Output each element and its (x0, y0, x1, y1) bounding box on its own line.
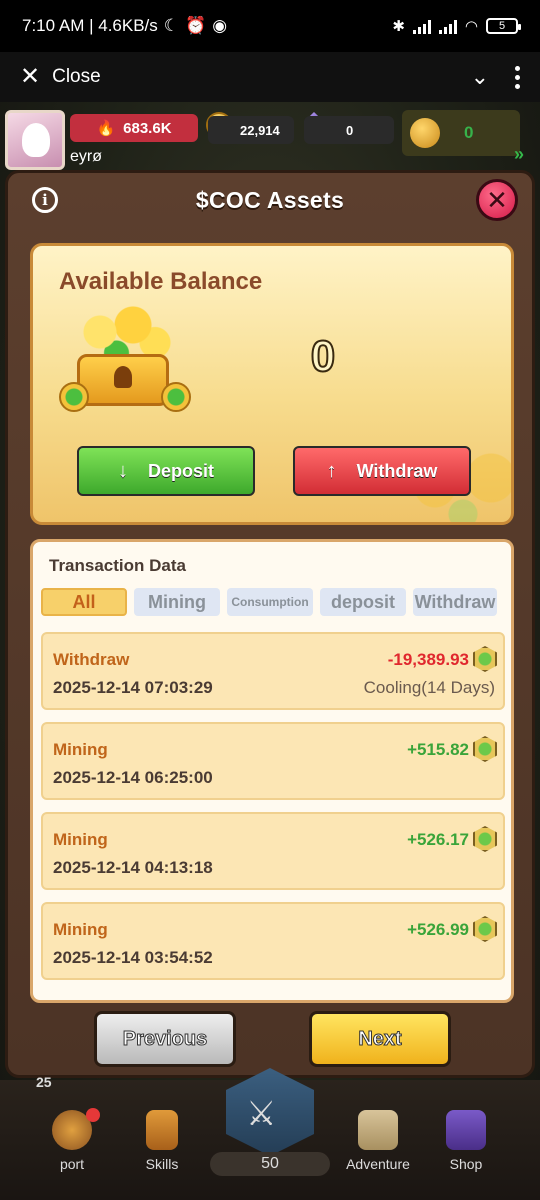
hud-right-counter[interactable]: 0 (402, 110, 520, 156)
row-type: Mining (53, 740, 108, 759)
more-options-icon[interactable] (515, 65, 520, 89)
coc-coin-icon (473, 826, 497, 852)
chevron-down-icon[interactable]: ⌄ (471, 64, 489, 90)
battery-icon: 5 (486, 18, 521, 34)
withdraw-button[interactable]: ↑ Withdraw (293, 446, 471, 496)
treasure-chest-icon (57, 304, 191, 414)
modal-header: i $COC Assets ✕ (8, 173, 532, 231)
arrow-down-icon: ↓ (117, 459, 128, 482)
row-type: Mining (53, 830, 108, 849)
tab-withdraw[interactable]: Withdraw (413, 588, 497, 616)
balance-panel: Available Balance 0 ↓ Deposit ↑ Withdraw (30, 243, 514, 525)
coins-counter[interactable]: 22,914 (208, 116, 294, 144)
deposit-button[interactable]: ↓ Deposit (77, 446, 255, 496)
signal-icon (438, 18, 457, 34)
signal-icon (412, 18, 431, 34)
balance-value: 0 (310, 331, 336, 382)
transaction-list: Withdraw 2025-12-14 07:03:29 -19,389.93 … (41, 632, 505, 992)
nav-level: 50 (210, 1152, 330, 1176)
arrow-up-icon: ↑ (326, 459, 337, 482)
bottom-counter: 25 (36, 1074, 52, 1090)
moon-icon: ☾ (163, 16, 180, 35)
transaction-title: Transaction Data (49, 556, 186, 575)
coc-coin-icon (473, 736, 497, 762)
row-type: Withdraw (53, 650, 130, 669)
adventure-map-icon (358, 1110, 398, 1150)
row-amount: +526.17 (407, 830, 469, 849)
gems-value: 0 (346, 122, 354, 138)
transaction-row[interactable]: Withdraw 2025-12-14 07:03:29 -19,389.93 … (41, 632, 505, 710)
row-date: 2025-12-14 03:54:52 (53, 948, 213, 967)
coc-assets-modal: i $COC Assets ✕ Available Balance 0 ↓ De… (5, 170, 535, 1078)
nav-adventure-label: Adventure (346, 1156, 410, 1172)
player-name: eyrø (70, 148, 102, 165)
nav-adventure[interactable]: Adventure (340, 1110, 416, 1172)
webview-topbar: ✕ Close ⌄ (0, 52, 540, 102)
transaction-row[interactable]: Mining 2025-12-14 03:54:52 +526.99 (41, 902, 505, 980)
row-date: 2025-12-14 06:25:00 (53, 768, 213, 787)
skills-book-icon (146, 1110, 178, 1150)
row-date: 2025-12-14 07:03:29 (53, 678, 213, 697)
token-icon (410, 118, 440, 148)
transaction-row[interactable]: Mining 2025-12-14 06:25:00 +515.82 (41, 722, 505, 800)
nav-skills-label: Skills (145, 1156, 179, 1172)
tab-consumption[interactable]: Consumption (227, 588, 313, 616)
fire-icon: 🔥 (96, 120, 116, 137)
balance-title: Available Balance (59, 268, 263, 295)
power-value: 683.6K (123, 119, 172, 137)
nav-shop-label: Shop (449, 1156, 483, 1172)
game-hud: 🔥 683.6K 22,914 0 eyrø 0 » (0, 104, 540, 174)
battery-level: 5 (498, 20, 506, 32)
tab-deposit[interactable]: deposit (320, 588, 406, 616)
withdraw-label: Withdraw (356, 460, 438, 481)
bluetooth-icon: ✱ (392, 18, 405, 35)
coins-value: 22,914 (240, 122, 280, 138)
right-counter-value: 0 (464, 123, 474, 142)
row-amount: +526.99 (407, 920, 469, 939)
transaction-panel: Transaction Data All Mining Consumption … (30, 539, 514, 1003)
notification-badge (86, 1108, 100, 1122)
gems-counter[interactable]: 0 (304, 116, 394, 144)
discord-icon: ◉ (212, 16, 228, 35)
deposit-label: Deposit (147, 460, 214, 481)
transaction-tabs: All Mining Consumption deposit Withdraw (41, 588, 497, 616)
next-button[interactable]: Next (309, 1011, 451, 1067)
row-type: Mining (53, 920, 108, 939)
bottom-nav: 25 port Skills ⚔ 50 Adventure Shop (0, 1068, 540, 1200)
tab-all[interactable]: All (41, 588, 127, 616)
status-bar: 7:10 AM | 4.6KB/s ☾ ⏰ ◉ ✱ ◠ 5 (0, 0, 540, 52)
nav-port-label: port (59, 1156, 85, 1172)
shop-chest-icon (446, 1110, 486, 1150)
row-status: Cooling(14 Days) (363, 678, 495, 697)
alarm-icon: ⏰ (185, 16, 207, 35)
status-time: 7:10 AM | 4.6KB/s (22, 16, 158, 35)
nav-skills[interactable]: Skills (124, 1110, 200, 1172)
transaction-row[interactable]: Mining 2025-12-14 04:13:18 +526.17 (41, 812, 505, 890)
wifi-icon: ◠ (464, 18, 478, 35)
row-date: 2025-12-14 04:13:18 (53, 858, 213, 877)
tab-mining[interactable]: Mining (134, 588, 220, 616)
previous-button[interactable]: Previous (94, 1011, 236, 1067)
nav-shop[interactable]: Shop (428, 1110, 504, 1172)
close-label: Close (52, 66, 101, 87)
crossed-axes-icon: ⚔ (246, 1095, 277, 1133)
modal-title: $COC Assets (195, 187, 345, 213)
close-modal-button[interactable]: ✕ (476, 179, 518, 221)
row-amount: -19,389.93 (387, 650, 469, 669)
coc-coin-icon (473, 916, 497, 942)
row-amount: +515.82 (407, 740, 469, 759)
power-badge: 🔥 683.6K (70, 114, 198, 142)
nav-port[interactable]: port (34, 1110, 110, 1172)
double-chevron-icon[interactable]: » (514, 144, 524, 165)
nav-level-value: 50 (261, 1155, 279, 1172)
coc-coin-icon (473, 646, 497, 672)
close-webview-button[interactable]: ✕ Close (20, 65, 101, 89)
close-icon: ✕ (20, 63, 41, 90)
close-icon: ✕ (486, 184, 508, 215)
avatar[interactable] (5, 110, 65, 170)
